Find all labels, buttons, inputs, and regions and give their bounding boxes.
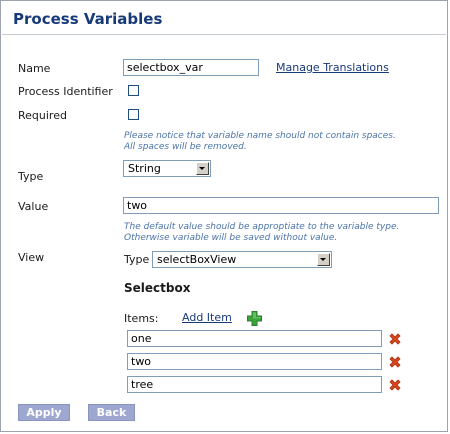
required-label: Required [18, 109, 67, 122]
process-identifier-label: Process Identifier [18, 85, 113, 98]
page-title: Process Variables [13, 10, 163, 28]
view-type-select-value: selectBoxView [157, 253, 237, 266]
plus-icon[interactable] [247, 311, 262, 326]
delete-x-icon[interactable] [388, 355, 402, 369]
view-type-select[interactable]: selectBoxView [152, 251, 332, 268]
name-input[interactable]: selectbox_var [123, 59, 259, 76]
type-select-value: String [128, 162, 161, 175]
item-input[interactable]: one [127, 330, 382, 347]
selectbox-section-title: Selectbox [124, 281, 191, 295]
item-input[interactable]: tree [127, 376, 382, 393]
manage-translations-link[interactable]: Manage Translations [276, 61, 389, 74]
process-variables-panel: Process Variables Name selectbox_var Man… [0, 0, 448, 432]
value-input[interactable]: two [123, 197, 439, 214]
name-hint-line-2: All spaces will be removed. [124, 142, 247, 152]
chevron-down-icon[interactable] [317, 253, 330, 266]
panel-header: Process Variables [2, 2, 446, 35]
delete-x-icon[interactable] [388, 378, 402, 392]
process-identifier-checkbox[interactable] [128, 85, 139, 96]
type-label: Type [18, 170, 44, 183]
value-hint-line-2: Otherwise variable will be saved without… [124, 233, 338, 243]
value-hint-line-1: The default value should be approptiate … [124, 222, 400, 232]
name-label: Name [18, 62, 51, 75]
type-select[interactable]: String [123, 160, 211, 177]
delete-x-icon[interactable] [388, 332, 402, 346]
chevron-down-icon[interactable] [196, 162, 209, 175]
items-label: Items: [124, 312, 159, 325]
apply-button[interactable]: Apply [18, 404, 70, 421]
back-button[interactable]: Back [88, 404, 135, 421]
view-label: View [18, 251, 45, 264]
value-label: Value [18, 200, 49, 213]
required-checkbox[interactable] [128, 109, 139, 120]
add-item-link[interactable]: Add Item [182, 311, 232, 324]
view-type-label: Type [124, 253, 150, 266]
item-input[interactable]: two [127, 353, 382, 370]
name-hint-line-1: Please notice that variable name should … [124, 131, 396, 141]
